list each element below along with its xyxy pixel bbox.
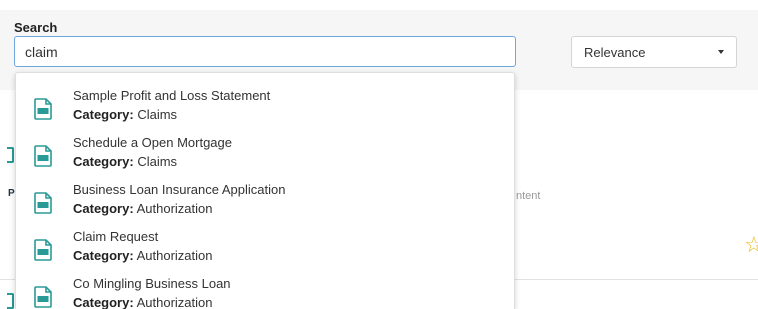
sort-select[interactable]: Relevance [571, 36, 737, 68]
document-icon [7, 147, 14, 163]
document-icon [7, 293, 14, 309]
suggestion-item[interactable]: Claim Request Category: Authorization [16, 229, 514, 275]
category-value: Claims [137, 154, 178, 169]
suggestion-category: Category: Claims [73, 107, 177, 122]
sort-select-value: Relevance [584, 45, 646, 60]
pdf-document-icon [34, 286, 52, 308]
category-value: Authorization [136, 295, 213, 309]
suggestion-category: Category: Authorization [73, 248, 212, 263]
pdf-document-icon [34, 239, 52, 261]
result-description: ntent [516, 190, 541, 202]
category-label: Category: [73, 295, 134, 309]
chevron-down-icon [718, 50, 724, 54]
pdf-document-icon [34, 145, 52, 167]
search-input[interactable] [14, 36, 516, 67]
suggestion-category: Category: Authorization [73, 295, 212, 309]
suggestion-title: Business Loan Insurance Application [73, 182, 286, 197]
suggestion-title: Sample Profit and Loss Statement [73, 88, 271, 103]
pdf-document-icon [34, 98, 52, 120]
suggestion-category: Category: Claims [73, 154, 177, 169]
suggestion-title: Schedule a Open Mortgage [73, 135, 232, 150]
category-value: Claims [137, 107, 178, 122]
category-label: Category: [73, 154, 134, 169]
suggestion-title: Co Mingling Business Loan [73, 276, 231, 291]
result-meta-label: P [8, 188, 15, 199]
category-label: Category: [73, 201, 134, 216]
star-icon[interactable]: ☆ [744, 234, 758, 256]
suggestion-item[interactable]: Business Loan Insurance Application Cate… [16, 182, 514, 228]
search-label: Search [14, 20, 58, 35]
suggestion-item[interactable]: Schedule a Open Mortgage Category: Claim… [16, 135, 514, 181]
category-label: Category: [73, 107, 134, 122]
suggestion-title: Claim Request [73, 229, 159, 244]
suggestion-item[interactable]: Sample Profit and Loss Statement Categor… [16, 88, 514, 134]
category-value: Authorization [136, 201, 213, 216]
search-suggestions-dropdown: Sample Profit and Loss Statement Categor… [15, 72, 515, 309]
suggestion-category: Category: Authorization [73, 201, 212, 216]
suggestion-item[interactable]: Co Mingling Business Loan Category: Auth… [16, 276, 514, 309]
category-label: Category: [73, 248, 134, 263]
category-value: Authorization [136, 248, 213, 263]
pdf-document-icon [34, 192, 52, 214]
